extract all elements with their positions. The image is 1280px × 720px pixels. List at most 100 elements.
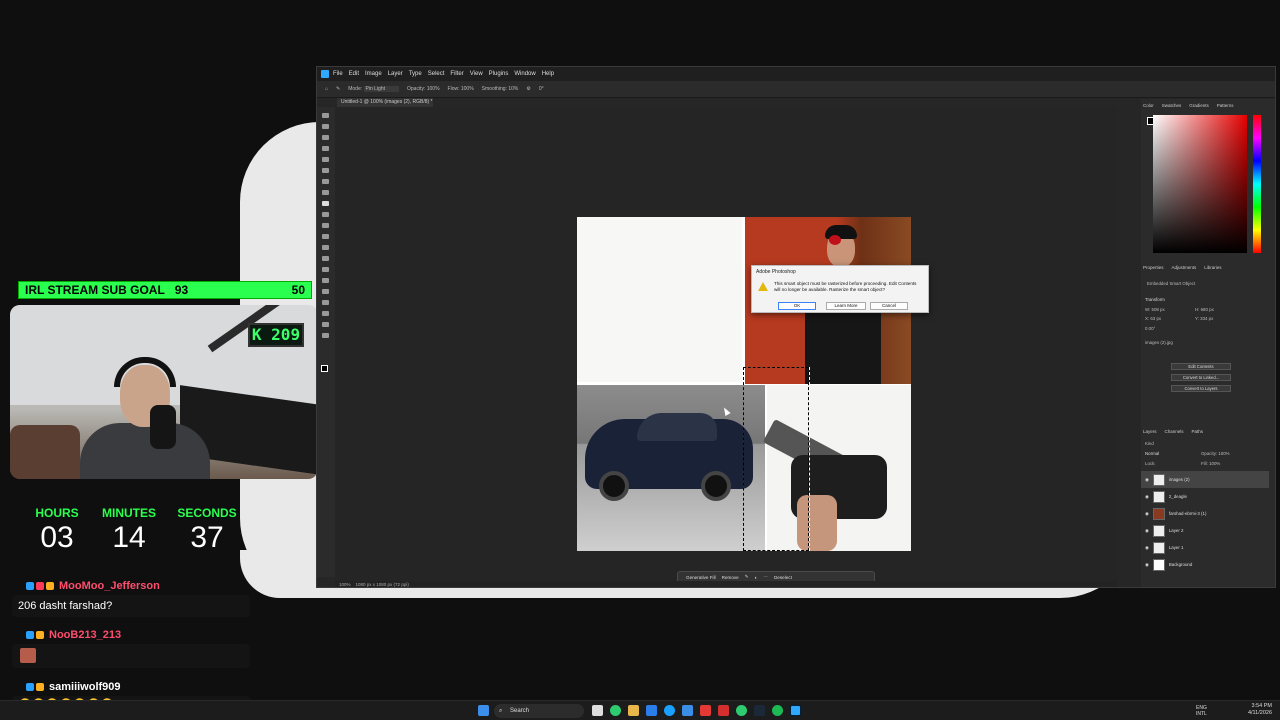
menu-select[interactable]: Select — [428, 71, 445, 77]
menu-help[interactable]: Help — [542, 71, 554, 77]
zoom-tool-icon[interactable] — [322, 333, 329, 338]
ok-button[interactable]: OK — [778, 302, 816, 310]
dodge-tool-icon[interactable] — [322, 267, 329, 272]
menu-image[interactable]: Image — [365, 71, 382, 77]
x-field[interactable]: X: 63 px — [1145, 316, 1161, 321]
canvas-area[interactable]: Adobe Photoshop This smart object must b… — [335, 107, 1117, 583]
shape-tool-icon[interactable] — [322, 311, 329, 316]
brush-tool-icon[interactable] — [322, 201, 329, 206]
edit-contents-button[interactable]: Edit Contents — [1171, 363, 1231, 370]
menu-window[interactable]: Window — [514, 71, 535, 77]
eye-icon[interactable]: ◉ — [1145, 511, 1149, 517]
pen-tool-icon[interactable] — [322, 278, 329, 283]
menu-filter[interactable]: Filter — [450, 71, 463, 77]
move-tool-icon[interactable] — [322, 113, 329, 118]
eye-icon[interactable]: ◉ — [1145, 545, 1149, 551]
menu-type[interactable]: Type — [409, 71, 422, 77]
eyedropper-tool-icon[interactable] — [322, 179, 329, 184]
eye-icon[interactable]: ◉ — [1145, 562, 1149, 568]
brush-tool-icon[interactable]: ✎ — [336, 86, 340, 92]
menu-layer[interactable]: Layer — [388, 71, 403, 77]
convert-to-layers-button[interactable]: Convert to Layers — [1171, 385, 1231, 392]
quick-select-tool-icon[interactable] — [322, 146, 329, 151]
brush-angle[interactable]: 0° — [539, 86, 544, 92]
gear-icon[interactable]: ⚙ — [526, 86, 530, 92]
hue-slider[interactable] — [1253, 115, 1261, 253]
steam-icon[interactable] — [754, 705, 765, 716]
store-icon[interactable] — [682, 705, 693, 716]
chrome-icon[interactable] — [610, 705, 621, 716]
taskbar-clock[interactable]: 3:54 PM 4/11/2026 — [1248, 703, 1272, 717]
layer-row[interactable]: ◉ farshad-ebrmi-3 (1) — [1141, 505, 1269, 522]
mail-icon[interactable] — [718, 705, 729, 716]
eye-icon[interactable]: ◉ — [1145, 477, 1149, 483]
eye-icon[interactable]: ◉ — [1145, 528, 1149, 534]
zoom-level[interactable]: 100% — [339, 582, 351, 587]
layer-row[interactable]: ◉ images (2) — [1141, 471, 1269, 488]
convert-to-linked-button[interactable]: Convert to Linked... — [1171, 374, 1231, 381]
angle-field[interactable]: 0.00° — [1145, 326, 1155, 331]
menu-view[interactable]: View — [470, 71, 483, 77]
generative-fill-button[interactable]: Generative Fill — [686, 575, 716, 580]
layer-row[interactable]: ◉ Layer 2 — [1141, 522, 1269, 539]
y-field[interactable]: Y: 334 px — [1195, 316, 1213, 321]
layer-row[interactable]: ◉ 2_deagle — [1141, 488, 1269, 505]
cancel-button[interactable]: Cancel — [870, 302, 908, 310]
path-select-tool-icon[interactable] — [322, 300, 329, 305]
layer-row[interactable]: ◉ Layer 1 — [1141, 539, 1269, 556]
smoothing-value[interactable]: 10% — [508, 86, 518, 92]
modify-selection-icon[interactable]: ✎ — [745, 574, 749, 580]
tab-swatches[interactable]: Swatches — [1162, 103, 1182, 111]
mode-select[interactable]: Pin Light — [363, 86, 399, 92]
hand-tool-icon[interactable] — [322, 322, 329, 327]
history-brush-tool-icon[interactable] — [322, 223, 329, 228]
file-explorer-icon[interactable] — [628, 705, 639, 716]
taskbar-search[interactable]: ⌕ Search — [494, 704, 584, 718]
tab-color[interactable]: Color — [1143, 103, 1154, 111]
start-icon[interactable] — [478, 705, 489, 716]
width-field[interactable]: W: 508 px — [1145, 307, 1165, 312]
menu-file[interactable]: File — [333, 71, 343, 77]
menu-plugins[interactable]: Plugins — [489, 71, 509, 77]
menu-edit[interactable]: Edit — [349, 71, 359, 77]
clone-stamp-tool-icon[interactable] — [322, 212, 329, 217]
task-view-icon[interactable] — [592, 705, 603, 716]
layer-row[interactable]: ◉ Background — [1141, 556, 1269, 573]
tab-patterns[interactable]: Patterns — [1217, 103, 1234, 111]
browser-icon[interactable] — [664, 705, 675, 716]
more-options-icon[interactable]: ⋯ — [763, 574, 768, 580]
crop-tool-icon[interactable] — [322, 157, 329, 162]
document-tab[interactable]: Untitled-1 @ 100% (images (2), RGB/8) * — [337, 98, 433, 107]
healing-tool-icon[interactable] — [322, 190, 329, 195]
youtube-icon[interactable] — [700, 705, 711, 716]
eye-icon[interactable]: ◉ — [1145, 494, 1149, 500]
learn-more-button[interactable]: Learn More — [826, 302, 866, 310]
fill-value[interactable]: 100% — [1209, 461, 1220, 466]
gradient-tool-icon[interactable] — [322, 245, 329, 250]
marquee-selection[interactable] — [743, 367, 809, 551]
opacity-value[interactable]: 100% — [427, 86, 440, 92]
mask-icon[interactable]: ◐ — [755, 575, 758, 580]
language-indicator[interactable]: ENG INTL — [1196, 705, 1207, 717]
height-field[interactable]: H: 680 px — [1195, 307, 1214, 312]
deselect-button[interactable]: Deselect — [774, 575, 792, 580]
lasso-tool-icon[interactable] — [322, 135, 329, 140]
blur-tool-icon[interactable] — [322, 256, 329, 261]
frame-tool-icon[interactable] — [322, 168, 329, 173]
home-icon[interactable]: ⌂ — [325, 86, 328, 92]
marquee-tool-icon[interactable] — [322, 124, 329, 129]
spotify-icon[interactable] — [772, 705, 783, 716]
layer-opacity-value[interactable]: 100% — [1218, 451, 1229, 456]
xbox-icon[interactable] — [736, 705, 747, 716]
tab-gradients[interactable]: Gradients — [1189, 103, 1209, 111]
photoshop-taskbar-icon[interactable] — [790, 705, 801, 716]
type-tool-icon[interactable] — [322, 289, 329, 294]
layer-filter-kind[interactable]: Kind — [1145, 441, 1154, 446]
eraser-tool-icon[interactable] — [322, 234, 329, 239]
color-picker-field[interactable] — [1153, 115, 1247, 253]
blend-mode-select[interactable]: Normal — [1145, 451, 1159, 456]
flow-value[interactable]: 100% — [461, 86, 474, 92]
remove-button[interactable]: Remove — [722, 575, 739, 580]
foreground-color-swatch[interactable] — [321, 365, 328, 372]
edge-icon[interactable] — [646, 705, 657, 716]
